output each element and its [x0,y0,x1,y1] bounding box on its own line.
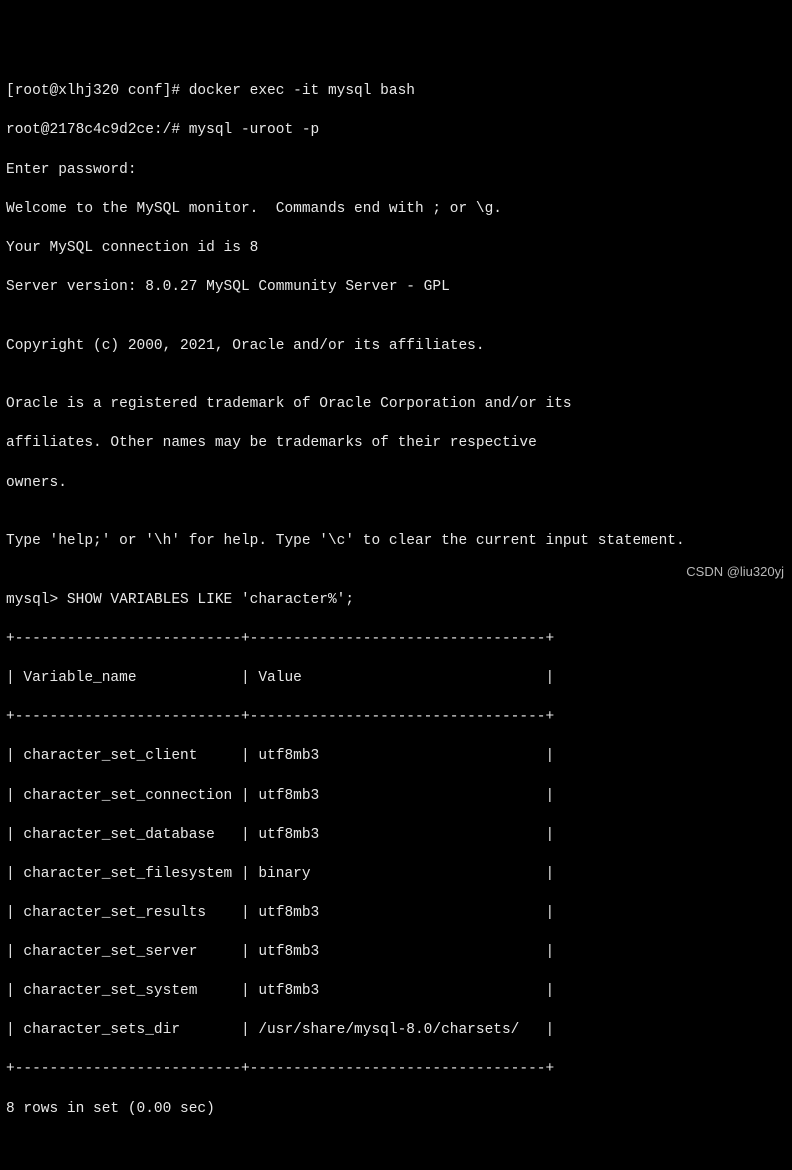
table-row: | character_set_connection | utf8mb3 | [6,787,786,807]
trademark-line: affiliates. Other names may be trademark… [6,434,786,454]
table-border: +--------------------------+------------… [6,708,786,728]
table-row: | character_set_server | utf8mb3 | [6,943,786,963]
table-row: | character_set_results | utf8mb3 | [6,904,786,924]
table-row: | character_set_filesystem | binary | [6,865,786,885]
password-prompt[interactable]: Enter password: [6,161,786,181]
help-hint: Type 'help;' or '\h' for help. Type '\c'… [6,532,786,552]
trademark-line: owners. [6,474,786,494]
table-row: | character_set_system | utf8mb3 | [6,982,786,1002]
copyright-line: Copyright (c) 2000, 2021, Oracle and/or … [6,337,786,357]
mysql-prompt-line[interactable]: mysql> SHOW VARIABLES LIKE 'character%'; [6,591,786,611]
table-row: | character_set_client | utf8mb3 | [6,747,786,767]
table-row: | character_sets_dir | /usr/share/mysql-… [6,1021,786,1041]
csdn-watermark: CSDN @liu320yj [686,563,784,581]
mysql-version: Server version: 8.0.27 MySQL Community S… [6,278,786,298]
shell-prompt-line[interactable]: [root@xlhj320 conf]# docker exec -it mys… [6,82,786,102]
trademark-line: Oracle is a registered trademark of Orac… [6,395,786,415]
table-border: +--------------------------+------------… [6,1060,786,1080]
result-summary: 8 rows in set (0.00 sec) [6,1100,786,1120]
table-header: | Variable_name | Value | [6,669,786,689]
table-row: | character_set_database | utf8mb3 | [6,826,786,846]
table-border: +--------------------------+------------… [6,630,786,650]
shell-prompt-line[interactable]: root@2178c4c9d2ce:/# mysql -uroot -p [6,121,786,141]
mysql-conn-id: Your MySQL connection id is 8 [6,239,786,259]
mysql-welcome: Welcome to the MySQL monitor. Commands e… [6,200,786,220]
